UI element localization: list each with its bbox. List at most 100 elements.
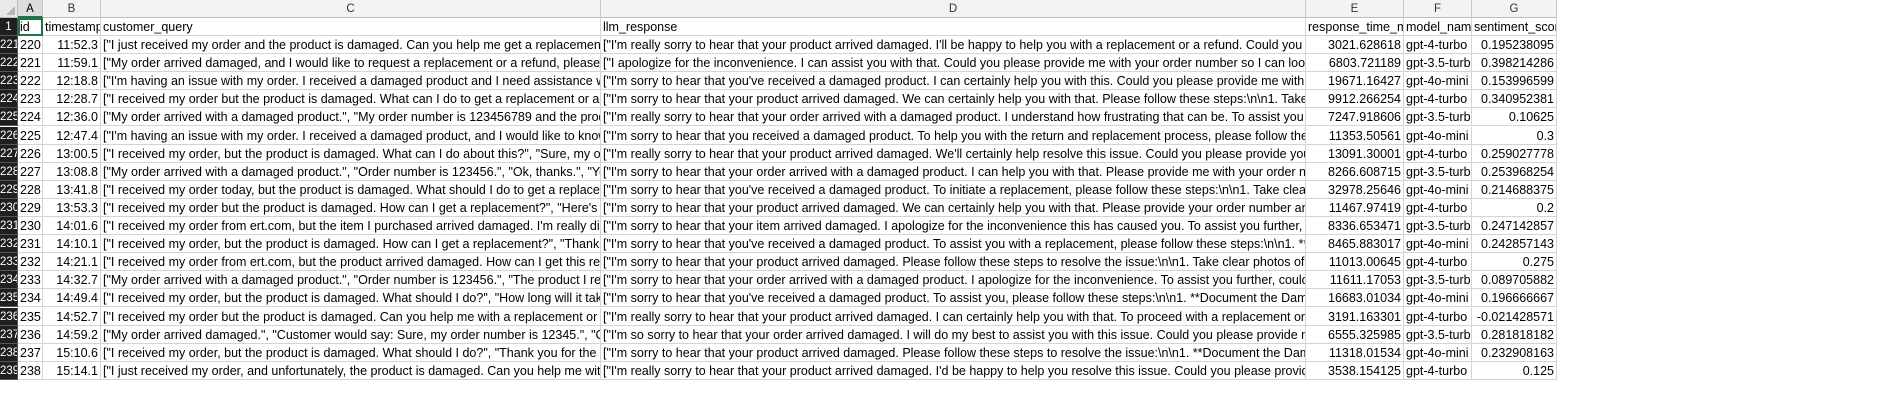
cell-customer-query[interactable]: ["I received my order from ert.com, but … [101,217,601,236]
cell-timestamp[interactable]: 14:49.4 [43,289,101,308]
cell-sentiment-score[interactable]: 0.398214286 [1472,54,1557,73]
cell-timestamp[interactable]: 11:52.3 [43,36,101,55]
cell-timestamp[interactable]: 14:21.1 [43,253,101,272]
cell-model-name[interactable]: gpt-4-turbo [1404,253,1472,272]
cell-customer-query[interactable]: ["My order arrived with a damaged produc… [101,271,601,290]
cell-sentiment-score[interactable]: 0.340952381 [1472,90,1557,109]
cell-timestamp[interactable]: 12:28.7 [43,90,101,109]
cell-model-name[interactable]: gpt-3.5-turbo [1404,108,1472,127]
cell-model-name-header[interactable]: model_name [1404,18,1472,36]
cell-customer-query[interactable]: ["I received my order, but the product i… [101,343,601,362]
cell-model-name[interactable]: gpt-4o-mini [1404,343,1472,362]
cell-llm-response[interactable]: ["I'm really sorry to hear that your pro… [601,361,1306,380]
cell-sentiment-score[interactable]: 0.3 [1472,126,1557,145]
cell-response-time-ms[interactable]: 11467.97419 [1306,198,1404,217]
cell-timestamp[interactable]: 13:00.5 [43,144,101,163]
cell-response-time-ms[interactable]: 3191.163301 [1306,307,1404,326]
row-header[interactable]: 227 [0,144,18,163]
cell-model-name[interactable]: gpt-3.5-turbo [1404,54,1472,73]
cell-response-time-ms[interactable]: 16683.01034 [1306,289,1404,308]
column-header-e[interactable]: E [1306,0,1404,18]
column-header-f[interactable]: F [1404,0,1472,18]
cell-timestamp[interactable]: 13:41.8 [43,180,101,199]
cell-sentiment-score[interactable]: 0.153996599 [1472,72,1557,91]
column-header-g[interactable]: G [1472,0,1557,18]
cell-customer-query[interactable]: ["I received my order but the product is… [101,198,601,217]
cell-llm-response[interactable]: ["I'm really sorry to hear that your pro… [601,144,1306,163]
row-header[interactable]: 232 [0,235,18,254]
cell-sentiment-score-header[interactable]: sentiment_score [1472,18,1557,36]
cell-id[interactable]: 236 [18,325,43,344]
cell-id[interactable]: 229 [18,198,43,217]
column-header-a[interactable]: A [18,0,43,18]
cell-sentiment-score[interactable]: 0.2 [1472,198,1557,217]
cell-sentiment-score[interactable]: 0.247142857 [1472,217,1557,236]
cell-customer-query[interactable]: ["I received my order, but the product i… [101,144,601,163]
cell-id[interactable]: 231 [18,235,43,254]
cell-id[interactable]: 224 [18,108,43,127]
cell-model-name[interactable]: gpt-4o-mini [1404,235,1472,254]
cell-timestamp[interactable]: 14:32.7 [43,271,101,290]
row-header[interactable]: 236 [0,307,18,326]
cell-model-name[interactable]: gpt-4o-mini [1404,72,1472,91]
cell-timestamp-header[interactable]: timestamp [43,18,101,36]
cell-model-name[interactable]: gpt-4-turbo [1404,90,1472,109]
cell-response-time-ms[interactable]: 3538.154125 [1306,361,1404,380]
cell-timestamp[interactable]: 12:36.0 [43,108,101,127]
cell-response-time-ms[interactable]: 8336.653471 [1306,217,1404,236]
row-header[interactable]: 237 [0,325,18,344]
cell-id[interactable]: 221 [18,54,43,73]
cell-response-time-ms[interactable]: 8266.608715 [1306,162,1404,181]
row-header[interactable]: 228 [0,162,18,181]
cell-timestamp[interactable]: 14:52.7 [43,307,101,326]
cell-sentiment-score[interactable]: 0.196666667 [1472,289,1557,308]
cell-sentiment-score[interactable]: 0.125 [1472,361,1557,380]
cell-customer-query[interactable]: ["I just received my order, and unfortun… [101,361,601,380]
cell-llm-response[interactable]: ["I'm sorry to hear that your order arri… [601,162,1306,181]
cell-llm-response[interactable]: ["I'm sorry to hear that you've received… [601,235,1306,254]
cell-llm-response[interactable]: ["I'm so sorry to hear that your order a… [601,325,1306,344]
cell-sentiment-score[interactable]: -0.021428571 [1472,307,1557,326]
cell-response-time-ms[interactable]: 7247.918606 [1306,108,1404,127]
row-header[interactable]: 230 [0,198,18,217]
cell-customer-query[interactable]: ["I just received my order and the produ… [101,36,601,55]
cell-response-time-ms[interactable]: 11013.00645 [1306,253,1404,272]
cell-llm-response[interactable]: ["I'm sorry to hear that your order arri… [601,271,1306,290]
cell-model-name[interactable]: gpt-4-turbo [1404,36,1472,55]
cell-sentiment-score[interactable]: 0.281818182 [1472,325,1557,344]
cell-id[interactable]: 226 [18,144,43,163]
cell-sentiment-score[interactable]: 0.232908163 [1472,343,1557,362]
cell-id[interactable]: 228 [18,180,43,199]
cell-response-time-ms[interactable]: 6555.325985 [1306,325,1404,344]
cell-timestamp[interactable]: 14:59.2 [43,325,101,344]
cell-response-time-ms[interactable]: 6803.721189 [1306,54,1404,73]
cell-timestamp[interactable]: 14:10.1 [43,235,101,254]
column-header-d[interactable]: D [601,0,1306,18]
cell-sentiment-score[interactable]: 0.214688375 [1472,180,1557,199]
cell-id[interactable]: 235 [18,307,43,326]
cell-customer-query[interactable]: ["I received my order from ert.com, but … [101,253,601,272]
cell-llm-response[interactable]: ["I'm sorry to hear that your product ar… [601,253,1306,272]
cell-id[interactable]: 237 [18,343,43,362]
cell-customer-query[interactable]: ["I received my order but the product is… [101,90,601,109]
cell-customer-query[interactable]: ["I received my order, but the product i… [101,235,601,254]
row-header[interactable]: 226 [0,126,18,145]
cell-id[interactable]: 220 [18,36,43,55]
cell-customer-query[interactable]: ["I received my order, but the product i… [101,289,601,308]
cell-id[interactable]: 225 [18,126,43,145]
column-header-c[interactable]: C [101,0,601,18]
cell-model-name[interactable]: gpt-3.5-turbo [1404,162,1472,181]
cell-response-time-header[interactable]: response_time_ms [1306,18,1404,36]
cell-timestamp[interactable]: 13:08.8 [43,162,101,181]
cell-id[interactable]: 233 [18,271,43,290]
cell-timestamp[interactable]: 15:14.1 [43,361,101,380]
cell-llm-response[interactable]: ["I'm sorry to hear that your product ar… [601,90,1306,109]
cell-sentiment-score[interactable]: 0.253968254 [1472,162,1557,181]
cell-customer-query[interactable]: ["I'm having an issue with my order. I r… [101,72,601,91]
row-header[interactable]: 223 [0,72,18,91]
cell-id[interactable]: 223 [18,90,43,109]
cell-customer-query[interactable]: ["My order arrived damaged, and I would … [101,54,601,73]
cell-response-time-ms[interactable]: 13091.30001 [1306,144,1404,163]
cell-llm-response[interactable]: ["I apologize for the inconvenience. I c… [601,54,1306,73]
cell-llm-response[interactable]: ["I'm sorry to hear that you received a … [601,126,1306,145]
